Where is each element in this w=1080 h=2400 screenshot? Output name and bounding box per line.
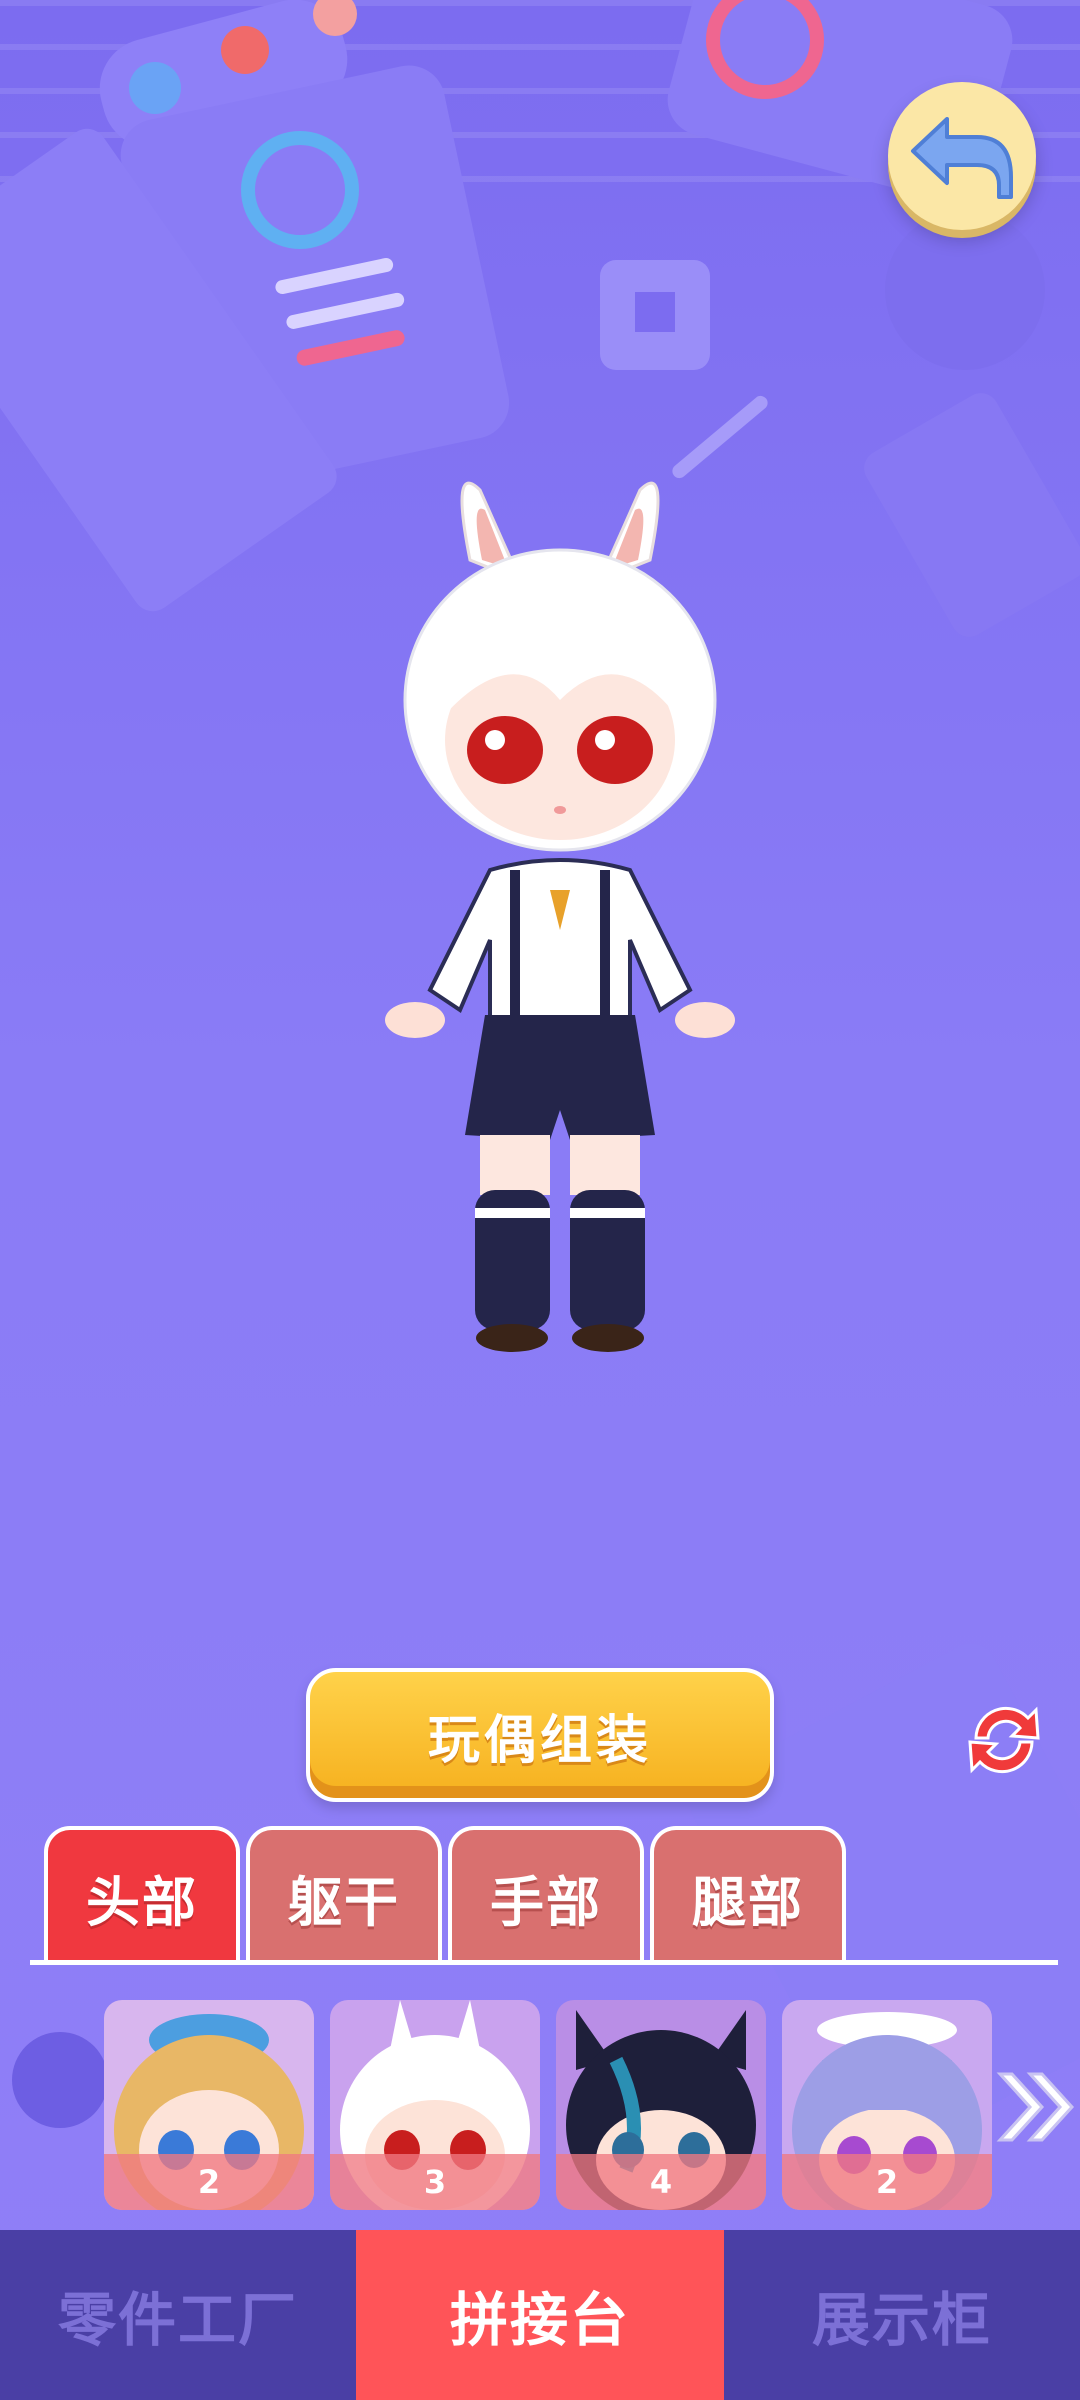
back-arrow-icon xyxy=(911,117,1013,199)
part-count-badge: 3 xyxy=(330,2154,540,2210)
back-button[interactable] xyxy=(888,82,1036,230)
tab-hands[interactable]: 手部 xyxy=(448,1826,644,1964)
refresh-icon xyxy=(968,1706,1040,1774)
nav-parts-factory[interactable]: 零件工厂 xyxy=(0,2230,356,2400)
tab-hands-label: 手部 xyxy=(490,1870,602,1934)
next-page-button[interactable] xyxy=(994,2064,1080,2150)
part-list: 2 3 4 2 xyxy=(104,2000,992,2210)
double-chevron-right-icon xyxy=(996,2072,1075,2142)
tab-divider xyxy=(30,1960,1058,1965)
nav-display-cabinet-label: 展示柜 xyxy=(811,2286,992,2354)
part-item-head-4[interactable]: 2 xyxy=(782,2000,992,2210)
part-count-badge: 4 xyxy=(556,2154,766,2210)
nav-parts-factory-label: 零件工厂 xyxy=(57,2286,298,2354)
part-item-head-1[interactable]: 2 xyxy=(104,2000,314,2210)
bottom-navigation: 零件工厂 拼接台 展示柜 xyxy=(0,2230,1080,2400)
part-item-head-3[interactable]: 4 xyxy=(556,2000,766,2210)
part-count-badge: 2 xyxy=(104,2154,314,2210)
tab-head[interactable]: 头部 xyxy=(44,1826,240,1964)
part-item-head-2[interactable]: 3 xyxy=(330,2000,540,2210)
tab-legs[interactable]: 腿部 xyxy=(650,1826,846,1964)
nav-display-cabinet[interactable]: 展示柜 xyxy=(724,2230,1080,2400)
tab-legs-label: 腿部 xyxy=(692,1870,804,1934)
assemble-button[interactable]: 玩偶组装 xyxy=(306,1668,774,1802)
part-count-badge: 2 xyxy=(782,2154,992,2210)
nav-assembly-table[interactable]: 拼接台 xyxy=(356,2230,724,2400)
tab-torso[interactable]: 躯干 xyxy=(246,1826,442,1964)
tab-head-label: 头部 xyxy=(86,1870,198,1934)
tab-torso-label: 躯干 xyxy=(288,1870,400,1934)
category-tabs: 头部 躯干 手部 腿部 xyxy=(44,1826,846,1964)
nav-assembly-table-label: 拼接台 xyxy=(449,2286,630,2354)
refresh-button[interactable] xyxy=(956,1692,1052,1788)
doll-character xyxy=(385,481,735,1352)
assemble-button-label: 玩偶组装 xyxy=(427,1710,652,1771)
